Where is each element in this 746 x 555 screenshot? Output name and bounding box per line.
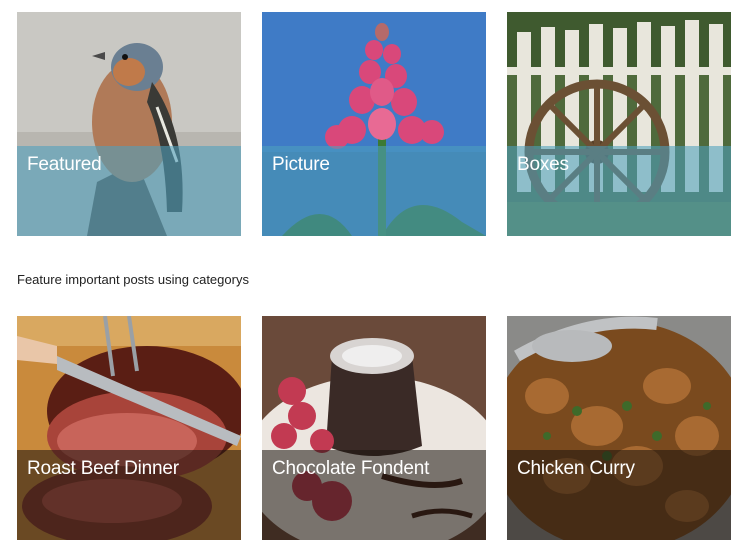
picture-title: Picture	[262, 146, 486, 236]
section-caption: Feature important posts using categorys	[17, 272, 249, 287]
roast-beef-tile[interactable]: Roast Beef Dinner	[17, 316, 241, 540]
featured-tile[interactable]: Featured	[17, 12, 241, 236]
chicken-curry-tile[interactable]: Chicken Curry	[507, 316, 731, 540]
roast-beef-title: Roast Beef Dinner	[17, 450, 241, 540]
picture-tile[interactable]: Picture	[262, 12, 486, 236]
chicken-curry-title: Chicken Curry	[507, 450, 731, 540]
chocolate-fondent-title: Chocolate Fondent	[262, 450, 486, 540]
boxes-tile[interactable]: Boxes	[507, 12, 731, 236]
boxes-title: Boxes	[507, 146, 731, 236]
featured-title: Featured	[17, 146, 241, 236]
chocolate-fondent-tile[interactable]: Chocolate Fondent	[262, 316, 486, 540]
